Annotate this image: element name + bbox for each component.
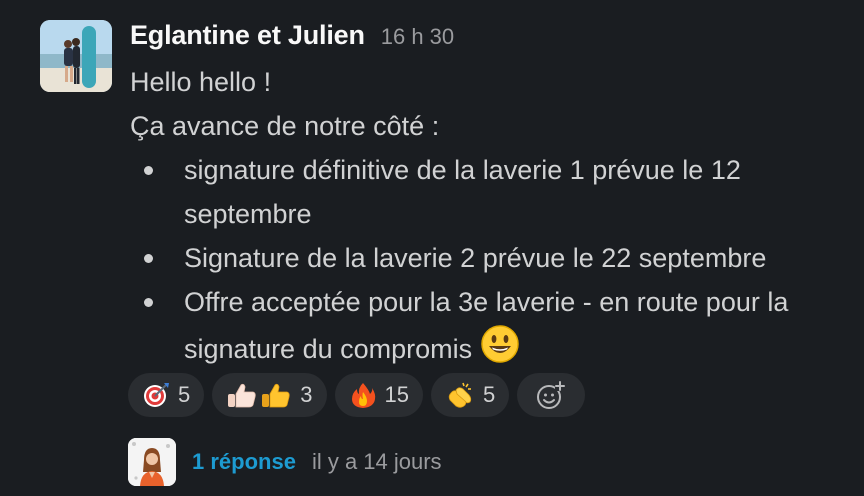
dart-icon: [142, 381, 170, 409]
reaction-fire[interactable]: 15: [334, 373, 423, 417]
thumbs-up-light-and-medium-icon: [226, 381, 292, 409]
reaction-count: 3: [300, 382, 313, 407]
reactions-bar: 5 3 15 5: [128, 373, 586, 417]
bullet-text-wrap: Offre acceptée pour la 3e laverie - en r…: [184, 280, 864, 377]
bullet-dot: [144, 166, 153, 175]
message-header: Eglantine et Julien 16 h 30: [130, 20, 454, 52]
reaction-clap[interactable]: 5: [430, 373, 510, 417]
clapping-hands-icon: [445, 381, 475, 409]
reaction-dart[interactable]: 5: [128, 373, 205, 417]
message-body: Hello hello ! Ça avance de notre côté : …: [130, 60, 850, 377]
message: Eglantine et Julien 16 h 30 Hello hello …: [0, 0, 864, 496]
author-avatar[interactable]: [40, 20, 112, 92]
reply-avatar[interactable]: [128, 438, 176, 486]
add-reaction-button[interactable]: [517, 373, 586, 417]
bullet-text: Signature de la laverie 2 prévue le 22 s…: [184, 243, 767, 273]
reaction-thumbs-up[interactable]: 3: [212, 373, 327, 417]
author-name[interactable]: Eglantine et Julien: [130, 20, 365, 51]
bullet-text: signature définitive de la laverie 1 pré…: [184, 155, 741, 229]
bullet-dot: [144, 254, 153, 263]
bullet-item: Offre acceptée pour la 3e laverie - en r…: [130, 280, 850, 377]
reaction-count: 15: [384, 382, 409, 407]
message-line: Ça avance de notre côté :: [130, 111, 440, 141]
message-line: Hello hello !: [130, 67, 272, 97]
bullet-item: signature définitive de la laverie 1 pré…: [130, 148, 850, 236]
bullet-item: Signature de la laverie 2 prévue le 22 s…: [130, 236, 850, 280]
reaction-count: 5: [178, 382, 191, 407]
bullet-dot: [144, 298, 153, 307]
fire-icon: [349, 381, 377, 409]
reply-count-link[interactable]: 1 réponse: [192, 449, 296, 475]
smiley-emoji-icon: [480, 324, 520, 377]
reply-time: il y a 14 jours: [311, 449, 442, 474]
add-reaction-icon: [535, 379, 567, 411]
reaction-count: 5: [482, 382, 496, 407]
bullet-list: signature définitive de la laverie 1 pré…: [130, 148, 850, 377]
thread-summary[interactable]: 1 réponse il y a 14 jours: [128, 438, 442, 486]
message-timestamp[interactable]: 16 h 30: [381, 24, 454, 50]
